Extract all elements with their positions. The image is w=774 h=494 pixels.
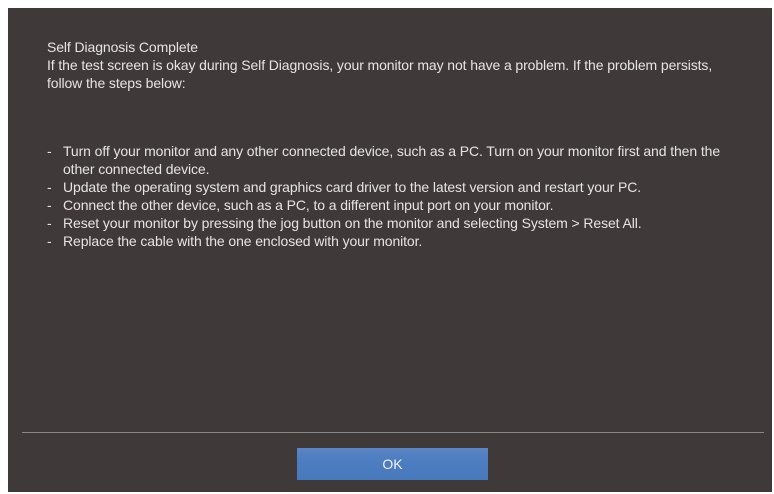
bullet-dash: - <box>47 215 52 231</box>
bullet-dash: - <box>47 179 52 195</box>
self-diagnosis-dialog: Self Diagnosis Complete If the test scre… <box>8 8 772 492</box>
dialog-divider <box>22 432 764 433</box>
step-item-turn-off: - Turn off your monitor and any other co… <box>47 142 747 178</box>
bullet-dash: - <box>47 143 52 159</box>
ok-button[interactable]: OK <box>297 448 488 480</box>
step-item-reset-monitor: - Reset your monitor by pressing the jog… <box>47 214 747 232</box>
step-text: Replace the cable with the one enclosed … <box>63 233 423 249</box>
step-text: Reset your monitor by pressing the jog b… <box>63 215 642 231</box>
step-item-different-port: - Connect the other device, such as a PC… <box>47 196 747 214</box>
dialog-intro-text: If the test screen is okay during Self D… <box>47 57 713 91</box>
step-text: Update the operating system and graphics… <box>63 179 642 195</box>
step-text: Turn off your monitor and any other conn… <box>63 143 721 177</box>
step-item-replace-cable: - Replace the cable with the one enclose… <box>47 232 747 250</box>
step-item-update-drivers: - Update the operating system and graphi… <box>47 178 747 196</box>
bullet-dash: - <box>47 197 52 213</box>
step-text: Connect the other device, such as a PC, … <box>63 197 554 213</box>
dialog-content: Self Diagnosis Complete If the test scre… <box>47 38 747 250</box>
bullet-dash: - <box>47 233 52 249</box>
troubleshooting-steps-list: - Turn off your monitor and any other co… <box>47 142 747 250</box>
dialog-title: Self Diagnosis Complete <box>47 39 198 55</box>
